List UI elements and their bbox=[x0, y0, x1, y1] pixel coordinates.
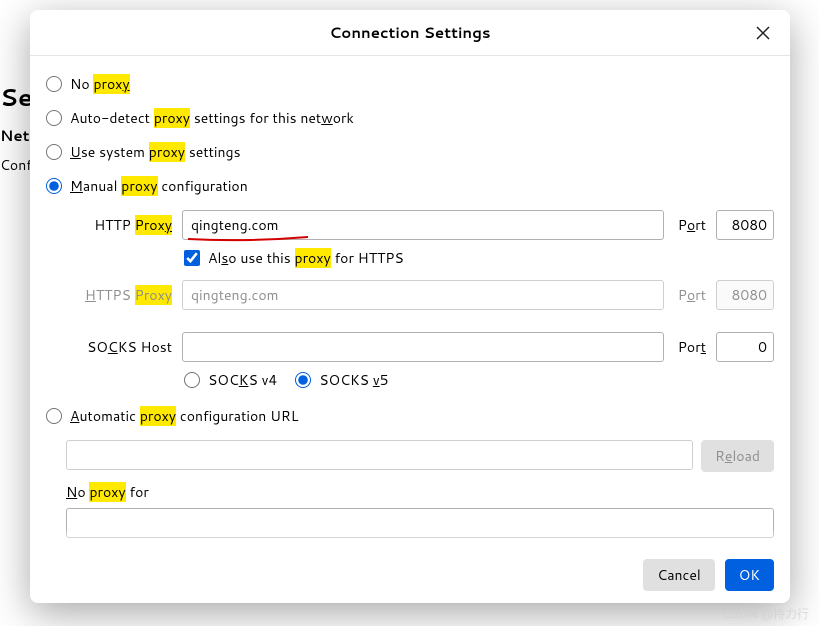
socks-v5-label: SOCKS v5 bbox=[319, 370, 388, 390]
http-proxy-label: HTTP Proxy bbox=[46, 215, 176, 235]
also-https-row[interactable]: Also use this proxy for HTTPS bbox=[184, 248, 774, 268]
http-port-label: Port bbox=[670, 215, 710, 235]
https-port-label: Port bbox=[670, 285, 710, 305]
watermark: CSDN @持力行 bbox=[722, 605, 809, 622]
radio-socks-v5[interactable] bbox=[295, 372, 311, 388]
dialog-header: Connection Settings bbox=[30, 10, 790, 56]
dialog-title: Connection Settings bbox=[329, 22, 490, 43]
dialog-body: No proxy Auto-detect proxy settings for … bbox=[30, 56, 790, 547]
radio-auto-detect[interactable] bbox=[46, 110, 62, 126]
dialog-footer: Cancel OK bbox=[30, 547, 790, 603]
http-proxy-input[interactable] bbox=[182, 210, 664, 240]
socks-version-row: SOCKS v4 SOCKS v5 bbox=[184, 370, 774, 390]
socks-v4-option[interactable]: SOCKS v4 bbox=[184, 370, 277, 390]
no-proxy-for-label: No proxy for bbox=[66, 482, 774, 502]
socks-host-row: SOCKS Host Port bbox=[46, 332, 774, 362]
option-system-proxy[interactable]: Use system proxy settings bbox=[46, 142, 774, 162]
close-icon bbox=[756, 26, 770, 40]
close-button[interactable] bbox=[752, 22, 774, 44]
bg-heading: Se bbox=[0, 80, 33, 114]
label-manual-proxy: Manual proxy configuration bbox=[70, 176, 248, 196]
socks-host-label: SOCKS Host bbox=[46, 337, 176, 357]
socks-host-input[interactable] bbox=[182, 332, 664, 362]
label-no-proxy: No proxy bbox=[70, 74, 130, 94]
radio-auto-url[interactable] bbox=[46, 408, 62, 424]
socks-port-label: Port bbox=[670, 337, 710, 357]
label-auto-detect: Auto-detect proxy settings for this netw… bbox=[70, 108, 354, 128]
ok-button[interactable]: OK bbox=[725, 559, 774, 591]
bg-section: Net bbox=[0, 125, 30, 146]
http-port-input[interactable] bbox=[716, 210, 774, 240]
bg-text: Conf bbox=[0, 155, 32, 175]
radio-manual-proxy[interactable] bbox=[46, 178, 62, 194]
radio-no-proxy[interactable] bbox=[46, 76, 62, 92]
socks-v5-option[interactable]: SOCKS v5 bbox=[295, 370, 388, 390]
socks-port-input[interactable] bbox=[716, 332, 774, 362]
connection-settings-dialog: Connection Settings No proxy Auto-detect… bbox=[30, 10, 790, 603]
option-manual-proxy[interactable]: Manual proxy configuration bbox=[46, 176, 774, 196]
https-proxy-row: HTTPS Proxy Port bbox=[46, 280, 774, 310]
https-proxy-label: HTTPS Proxy bbox=[46, 285, 176, 305]
label-system-proxy: Use system proxy settings bbox=[70, 142, 241, 162]
label-auto-url: Automatic proxy configuration URL bbox=[70, 406, 299, 426]
option-no-proxy[interactable]: No proxy bbox=[46, 74, 774, 94]
cancel-button[interactable]: Cancel bbox=[643, 559, 715, 591]
radio-socks-v4[interactable] bbox=[184, 372, 200, 388]
socks-v4-label: SOCKS v4 bbox=[208, 370, 277, 390]
option-auto-detect[interactable]: Auto-detect proxy settings for this netw… bbox=[46, 108, 774, 128]
radio-system-proxy[interactable] bbox=[46, 144, 62, 160]
also-https-checkbox[interactable] bbox=[184, 250, 200, 266]
https-proxy-input bbox=[182, 280, 664, 310]
http-proxy-row: HTTP Proxy Port bbox=[46, 210, 774, 240]
option-auto-url[interactable]: Automatic proxy configuration URL bbox=[46, 406, 774, 426]
scroll-fade bbox=[30, 529, 790, 547]
https-port-input bbox=[716, 280, 774, 310]
auto-url-input bbox=[66, 440, 693, 470]
auto-url-row: Reload bbox=[66, 440, 774, 472]
reload-button: Reload bbox=[701, 440, 774, 472]
also-https-label: Also use this proxy for HTTPS bbox=[208, 248, 404, 268]
